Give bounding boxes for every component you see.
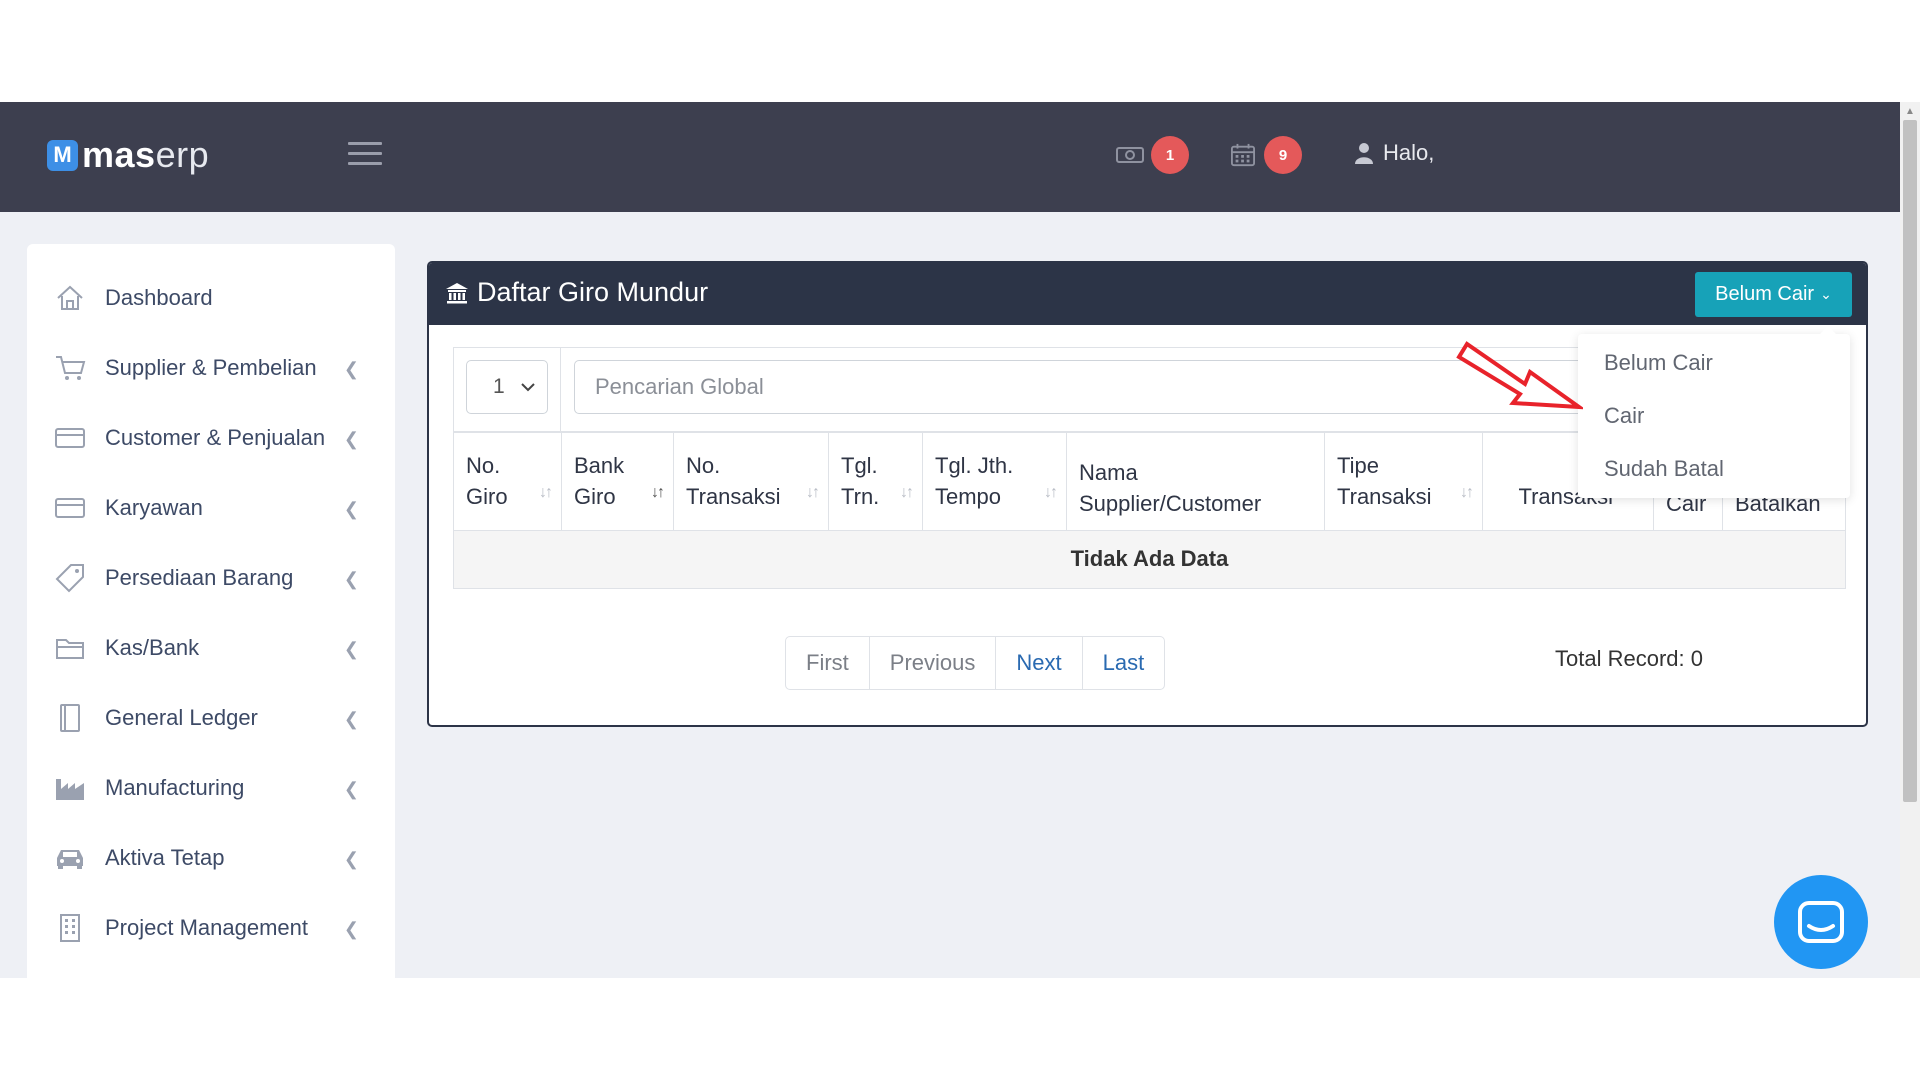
card-header: Daftar Giro Mundur Belum Cair ⌄	[429, 263, 1866, 325]
sidebar-item-label: General Ledger	[105, 705, 258, 730]
chevron-left-icon: ❮	[343, 639, 359, 659]
sort-icon: ↓↑	[651, 483, 665, 501]
chat-widget-button[interactable]	[1774, 875, 1868, 969]
building-icon	[53, 913, 87, 943]
cart-icon	[53, 353, 87, 383]
column-header-tipe-transaksi[interactable]: Tipe Transaksi ↓↑	[1324, 431, 1483, 531]
notification-badge: 1	[1151, 136, 1189, 174]
sidebar-item-label: Manufacturing	[105, 775, 245, 800]
sidebar-item-persediaan[interactable]: Persediaan Barang ❮	[27, 552, 395, 604]
greeting-text: Halo,	[1383, 140, 1435, 165]
column-header-no-transaksi[interactable]: No. Transaksi ↓↑	[673, 431, 829, 531]
sidebar-item-dashboard[interactable]: Dashboard	[27, 272, 395, 324]
chevron-left-icon: ❮	[343, 429, 359, 449]
sidebar-item-customer[interactable]: Customer & Penjualan ❮	[27, 412, 395, 464]
chat-icon	[1798, 901, 1844, 943]
pager-previous-button[interactable]: Previous	[870, 637, 997, 689]
dropdown-option-belum-cair[interactable]: Belum Cair	[1604, 350, 1713, 376]
sidebar-item-karyawan[interactable]: Karyawan ❮	[27, 482, 395, 534]
credit-card-icon	[53, 423, 87, 453]
sidebar-item-supplier[interactable]: Supplier & Pembelian ❮	[27, 342, 395, 394]
column-header-tgl-trn[interactable]: Tgl. Trn. ↓↑	[828, 431, 923, 531]
user-menu[interactable]: Halo,	[1355, 140, 1434, 166]
status-filter-label: Belum Cair	[1715, 283, 1815, 305]
folder-icon	[53, 633, 87, 663]
sort-icon: ↓↑	[1044, 483, 1058, 501]
menu-toggle-icon[interactable]	[348, 142, 382, 170]
money-icon	[1116, 147, 1144, 163]
chevron-left-icon: ❮	[343, 499, 359, 519]
credit-card-icon	[53, 493, 87, 523]
page-title-text: Daftar Giro Mundur	[477, 277, 709, 307]
chevron-left-icon: ❮	[343, 709, 359, 729]
pagination: First Previous Next Last	[785, 636, 1166, 690]
chevron-left-icon: ❮	[343, 849, 359, 869]
chevron-left-icon: ❮	[343, 569, 359, 589]
sidebar-item-aktiva-tetap[interactable]: Aktiva Tetap ❮	[27, 832, 395, 884]
sidebar-item-label: Supplier & Pembelian	[105, 355, 317, 380]
scroll-up-arrow-icon[interactable]: ▲	[1905, 106, 1915, 117]
sidebar-item-label: Project Management	[105, 915, 308, 940]
sidebar-item-manufacturing[interactable]: Manufacturing ❮	[27, 762, 395, 814]
sidebar-item-label: Karyawan	[105, 495, 203, 520]
page-size-select[interactable]: 1	[466, 360, 548, 414]
car-icon	[53, 843, 87, 873]
pager-next-button[interactable]: Next	[996, 637, 1083, 689]
total-record: Total Record: 0	[1555, 646, 1703, 671]
chevron-left-icon: ❮	[343, 919, 359, 939]
logo-word-bold: mas	[82, 134, 156, 175]
factory-icon	[53, 773, 87, 803]
bank-icon	[446, 282, 468, 303]
sidebar-item-label: Customer & Penjualan	[105, 425, 326, 450]
page-title: Daftar Giro Mundur	[445, 277, 708, 308]
column-header-tgl-jatuh-tempo[interactable]: Tgl. Jth. Tempo ↓↑	[922, 431, 1067, 531]
column-header-bank-giro[interactable]: Bank Giro ↓↑	[561, 431, 674, 531]
sidebar-item-label: Persediaan Barang	[105, 565, 294, 590]
sidebar-item-kasbank[interactable]: Kas/Bank ❮	[27, 622, 395, 674]
logo-word-thin: erp	[155, 134, 210, 175]
sidebar-item-general-ledger[interactable]: General Ledger ❮	[27, 692, 395, 744]
dropdown-option-cair[interactable]: Cair	[1604, 403, 1644, 429]
pager-first-button[interactable]: First	[786, 637, 870, 689]
sidebar-item-label: Kas/Bank	[105, 635, 200, 660]
tag-icon	[53, 563, 87, 593]
status-filter-button[interactable]: Belum Cair ⌄	[1695, 272, 1852, 317]
vertical-scrollbar[interactable]: ▲	[1900, 102, 1920, 978]
pager-last-button[interactable]: Last	[1083, 637, 1165, 689]
sort-icon: ↓↑	[806, 483, 820, 501]
user-icon	[1355, 143, 1373, 164]
logo-wordmark: maserp	[82, 134, 209, 176]
logo-mark: M	[47, 139, 78, 171]
sidebar-item-project-management[interactable]: Project Management ❮	[27, 902, 395, 954]
chevron-left-icon: ❮	[343, 359, 359, 379]
dropdown-option-sudah-batal[interactable]: Sudah Batal	[1604, 456, 1724, 482]
chevron-down-icon: ⌄	[1820, 286, 1832, 302]
brand-logo[interactable]: M maserp	[47, 132, 209, 178]
home-icon	[53, 283, 87, 313]
sort-icon: ↓↑	[1460, 483, 1474, 501]
book-icon	[53, 703, 87, 733]
chevron-left-icon: ❮	[343, 779, 359, 799]
scrollbar-thumb[interactable]	[1903, 120, 1917, 802]
app-viewport: M maserp 1 9 Halo, Dashboard Supplier & …	[0, 102, 1900, 978]
column-header-no-giro[interactable]: No. Giro ↓↑	[453, 431, 562, 531]
divider	[560, 348, 561, 432]
notification-calendar[interactable]: 9	[1228, 136, 1302, 174]
top-navbar: M maserp 1 9 Halo,	[0, 102, 1900, 212]
notification-badge: 9	[1264, 136, 1302, 174]
column-header-nama: Nama Supplier/Customer	[1066, 431, 1325, 531]
page-size-value: 1	[493, 375, 505, 398]
sort-icon: ↓↑	[539, 483, 553, 501]
table-row: Tidak Ada Data	[453, 529, 1846, 589]
sidebar-item-label: Aktiva Tetap	[105, 845, 225, 870]
empty-state-message: Tidak Ada Data	[453, 529, 1846, 589]
sidebar: Dashboard Supplier & Pembelian ❮ Custome…	[27, 244, 395, 978]
notification-money[interactable]: 1	[1115, 136, 1189, 174]
sidebar-item-label: Dashboard	[105, 285, 213, 310]
status-dropdown-menu: Belum Cair Cair Sudah Batal	[1578, 326, 1850, 498]
sort-icon: ↓↑	[900, 483, 914, 501]
chevron-down-icon	[521, 383, 535, 392]
annotation-arrow-icon	[1456, 341, 1583, 410]
calendar-icon	[1231, 143, 1255, 167]
